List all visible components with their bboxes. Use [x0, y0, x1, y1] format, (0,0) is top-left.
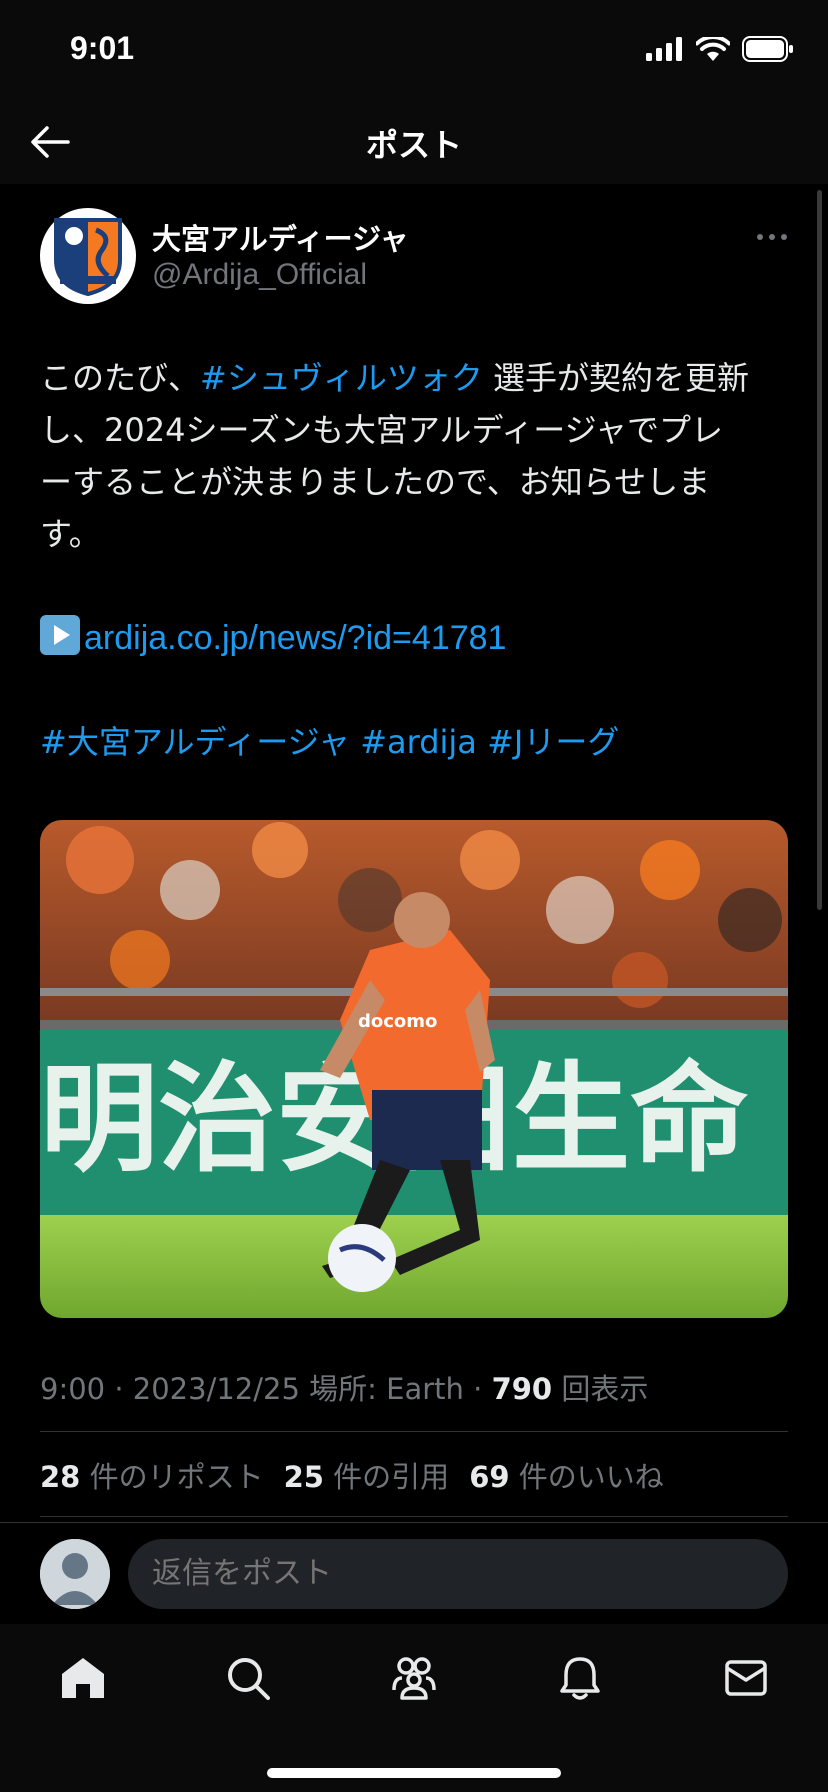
more-options-button[interactable] [752, 222, 792, 252]
tweet-photo[interactable]: 明治安田生命 docomo [40, 820, 788, 1318]
like-count-link[interactable]: 69 件のいいね [469, 1454, 664, 1496]
hashtag-link[interactable]: #ardija [360, 723, 477, 761]
search-icon [228, 1658, 270, 1700]
hashtag-link[interactable]: #大宮アルディージャ [40, 723, 350, 761]
view-count: 790 [491, 1372, 553, 1406]
mail-icon [725, 1660, 767, 1696]
repost-count-link[interactable]: 28 件のリポスト [40, 1454, 264, 1496]
tweet-text-line: す。 [40, 515, 101, 553]
tweet-date: 2023/12/25 [132, 1372, 300, 1406]
cellular-signal-icon [646, 37, 682, 61]
wifi-icon [696, 37, 730, 61]
tab-home[interactable] [53, 1648, 113, 1708]
engagement-stats: 28 件のリポスト 25 件の引用 69 件のいいね [40, 1454, 664, 1496]
status-bar: 9:01 [0, 0, 828, 100]
tweet-text-line: 選手が契約を更新 [482, 359, 750, 397]
bell-icon [560, 1657, 600, 1700]
tab-messages[interactable] [716, 1648, 776, 1708]
reply-input[interactable] [128, 1539, 788, 1609]
photo-soccer-player: 明治安田生命 docomo [40, 820, 788, 1318]
tweet-time: 9:00 [40, 1372, 106, 1406]
tweet-meta: 9:00 · 2023/12/25 場所: Earth · 790 回表示 [40, 1372, 649, 1406]
svg-text:docomo: docomo [358, 1011, 437, 1032]
news-link[interactable]: ardija.co.jp/news/?id=41781 [84, 619, 506, 657]
tweet-text-line: し、2024シーズンも大宮アルディージャでプレ [40, 411, 724, 449]
tweet-text-line: ーすることが決まりましたので、お知らせしま [40, 463, 711, 501]
author-display-name[interactable]: 大宮アルディージャ [152, 216, 409, 258]
default-avatar-icon [40, 1539, 110, 1609]
tab-notifications[interactable] [550, 1648, 610, 1708]
divider [40, 1431, 788, 1432]
author-handle[interactable]: @Ardija_Official [152, 258, 367, 292]
home-indicator[interactable] [267, 1768, 561, 1778]
divider [40, 1516, 788, 1517]
hashtag-link[interactable]: #シュヴィルツォク [200, 359, 483, 397]
battery-icon [742, 36, 793, 62]
reply-bar [0, 1522, 828, 1625]
tweet-text-line: このたび、 [40, 359, 201, 397]
play-button-emoji-icon [40, 615, 80, 655]
view-count-label: 回表示 [561, 1372, 649, 1406]
scrollbar[interactable] [817, 190, 822, 910]
tab-communities[interactable] [384, 1648, 444, 1708]
nav-bar: ポスト [0, 100, 828, 184]
user-avatar[interactable] [40, 1539, 110, 1609]
quote-count-link[interactable]: 25 件の引用 [284, 1454, 450, 1496]
communities-icon [392, 1657, 436, 1700]
club-crest-logo [54, 218, 122, 296]
bottom-tab-bar [0, 1624, 828, 1792]
hashtag-link[interactable]: #Jリーグ [487, 723, 619, 761]
author-avatar[interactable] [40, 208, 136, 304]
tab-search[interactable] [218, 1648, 278, 1708]
more-horizontal-icon [757, 234, 787, 240]
status-time: 9:01 [70, 30, 135, 66]
home-icon [62, 1658, 104, 1698]
tweet-text: このたび、#シュヴィルツォク 選手が契約を更新 し、2024シーズンも大宮アルデ… [40, 352, 790, 768]
page-title: ポスト [365, 126, 462, 164]
tweet-location[interactable]: 場所: Earth [309, 1372, 464, 1406]
